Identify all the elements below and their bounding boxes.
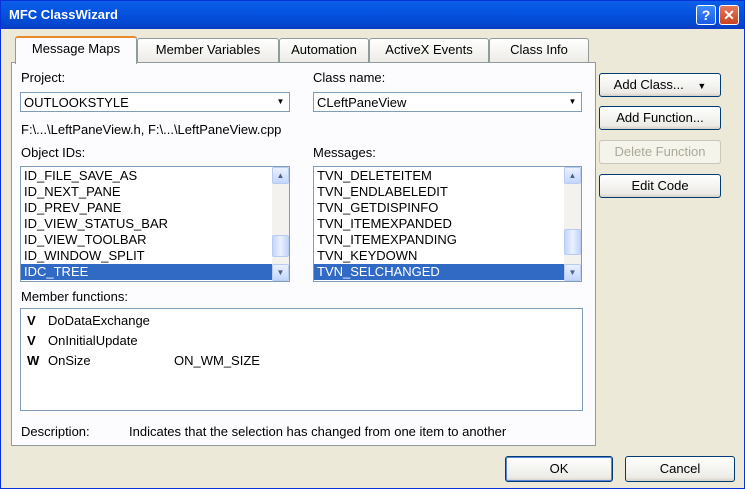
ok-button[interactable]: OK — [505, 456, 613, 482]
scroll-thumb[interactable] — [564, 229, 581, 255]
list-item-selected[interactable]: TVN_SELCHANGED — [314, 264, 581, 280]
member-functions-list[interactable]: V DoDataExchange V OnInitialUpdate W OnS… — [20, 308, 583, 411]
tab-class-info[interactable]: Class Info — [489, 38, 589, 62]
title-bar[interactable]: MFC ClassWizard ? ✕ — [1, 1, 744, 29]
scroll-thumb[interactable] — [272, 235, 289, 257]
description-text: Indicates that the selection has changed… — [129, 424, 507, 439]
add-class-button[interactable]: Add Class... ▼ — [599, 73, 721, 97]
list-item[interactable]: ID_NEXT_PANE — [21, 184, 289, 200]
class-name-label: Class name: — [313, 70, 386, 85]
dialog-footer: OK Cancel — [1, 446, 744, 488]
file-paths: F:\...\LeftPaneView.h, F:\...\LeftPaneVi… — [21, 122, 282, 137]
windows-message-prefix: W — [27, 353, 40, 368]
cancel-button[interactable]: Cancel — [625, 456, 735, 482]
project-label: Project: — [21, 70, 66, 85]
tab-activex-events[interactable]: ActiveX Events — [369, 38, 489, 62]
chevron-down-icon: ▼ — [697, 81, 707, 91]
object-ids-label: Object IDs: — [21, 145, 86, 160]
scroll-down-icon[interactable]: ▼ — [564, 264, 581, 281]
scroll-up-icon[interactable]: ▲ — [564, 167, 581, 184]
description-label: Description: — [21, 424, 90, 439]
window-title: MFC ClassWizard — [9, 7, 118, 22]
list-item[interactable]: ID_FILE_SAVE_AS — [21, 168, 289, 184]
class-name-combo[interactable]: CLeftPaneView ▼ — [313, 92, 582, 112]
function-name: DoDataExchange — [48, 313, 150, 328]
function-name: OnSize — [48, 353, 91, 368]
add-function-button[interactable]: Add Function... — [599, 106, 721, 130]
tab-member-variables[interactable]: Member Variables — [137, 38, 279, 62]
close-button[interactable]: ✕ — [719, 5, 739, 25]
list-item[interactable]: TVN_GETDISPINFO — [314, 200, 581, 216]
edit-code-button[interactable]: Edit Code — [599, 174, 721, 198]
member-functions-label: Member functions: — [21, 289, 128, 304]
virtual-prefix: V — [27, 333, 36, 348]
chevron-down-icon[interactable]: ▼ — [564, 93, 581, 111]
message-map-entry: ON_WM_SIZE — [174, 353, 260, 368]
list-item[interactable]: ID_VIEW_TOOLBAR — [21, 232, 289, 248]
list-item[interactable]: ID_VIEW_STATUS_BAR — [21, 216, 289, 232]
project-combo[interactable]: OUTLOOKSTYLE ▼ — [20, 92, 290, 112]
project-value: OUTLOOKSTYLE — [24, 95, 129, 110]
list-item[interactable]: TVN_ITEMEXPANDED — [314, 216, 581, 232]
list-item-selected[interactable]: IDC_TREE — [21, 264, 289, 280]
list-item[interactable]: V DoDataExchange — [27, 313, 150, 331]
object-ids-list[interactable]: ID_FILE_SAVE_AS ID_NEXT_PANE ID_PREV_PAN… — [20, 166, 290, 282]
tab-automation[interactable]: Automation — [279, 38, 369, 62]
list-item[interactable]: ID_PREV_PANE — [21, 200, 289, 216]
list-item[interactable]: ID_WINDOW_SPLIT — [21, 248, 289, 264]
delete-function-button[interactable]: Delete Function — [599, 140, 721, 164]
scroll-down-icon[interactable]: ▼ — [272, 264, 289, 281]
list-item[interactable]: TVN_DELETEITEM — [314, 168, 581, 184]
scroll-up-icon[interactable]: ▲ — [272, 167, 289, 184]
function-name: OnInitialUpdate — [48, 333, 138, 348]
list-item[interactable]: TVN_KEYDOWN — [314, 248, 581, 264]
virtual-prefix: V — [27, 313, 36, 328]
messages-scrollbar[interactable]: ▲ ▼ — [564, 167, 581, 281]
class-name-value: CLeftPaneView — [317, 95, 407, 110]
list-item[interactable]: V OnInitialUpdate — [27, 333, 138, 351]
add-class-label: Add Class... — [613, 77, 684, 92]
list-item[interactable]: TVN_ITEMEXPANDING — [314, 232, 581, 248]
chevron-down-icon[interactable]: ▼ — [272, 93, 289, 111]
help-button[interactable]: ? — [696, 5, 716, 25]
object-ids-scrollbar[interactable]: ▲ ▼ — [272, 167, 289, 281]
list-item[interactable]: W OnSize ON_WM_SIZE — [27, 353, 260, 371]
tab-message-maps[interactable]: Message Maps — [15, 36, 137, 64]
list-item[interactable]: TVN_ENDLABELEDIT — [314, 184, 581, 200]
classwizard-dialog: MFC ClassWizard ? ✕ Message Maps Member … — [0, 0, 745, 489]
messages-list[interactable]: TVN_DELETEITEM TVN_ENDLABELEDIT TVN_GETD… — [313, 166, 582, 282]
messages-label: Messages: — [313, 145, 376, 160]
